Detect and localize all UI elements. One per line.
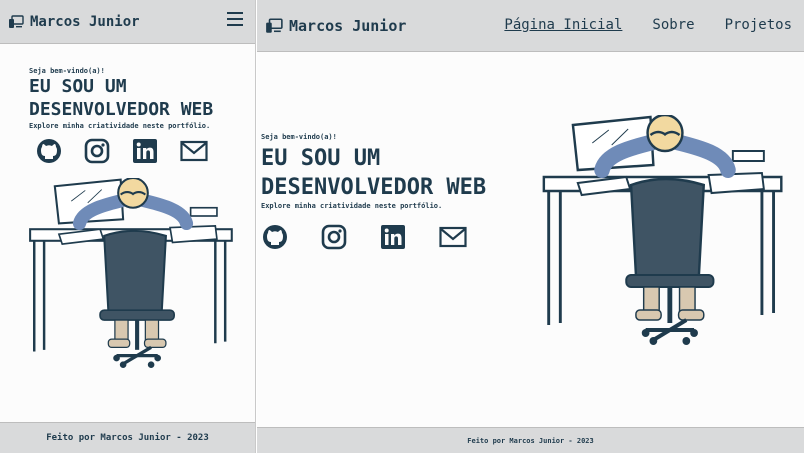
instagram-icon[interactable]	[84, 138, 110, 164]
hero-section: Seja bem-vindo(a)! EU SOU UM DESENVOLVED…	[261, 133, 541, 250]
social-links	[36, 138, 249, 164]
brand-name: Marcos Junior	[30, 13, 140, 30]
instagram-icon[interactable]	[321, 224, 347, 250]
brand[interactable]: Marcos Junior	[265, 17, 406, 35]
desktop-view: Marcos Junior Página Inicial Sobre Proje…	[257, 0, 804, 453]
mobile-footer: Feito por Marcos Junior - 2023	[0, 422, 255, 453]
footer-text: Feito por Marcos Junior - 2023	[467, 436, 594, 445]
social-links	[262, 224, 541, 250]
linkedin-icon[interactable]	[132, 138, 158, 164]
hero-headline-line2: DESENVOLVEDOR WEB	[29, 99, 214, 121]
hero-headline-line1: EU SOU UM	[29, 76, 127, 97]
desktop-footer: Feito por Marcos Junior - 2023	[257, 427, 804, 453]
mobile-view: Marcos Junior Seja bem-vindo(a)! EU SOU …	[0, 0, 256, 453]
hero-subtitle: Explore minha criatividade neste portfól…	[29, 121, 211, 130]
hero-greeting: Seja bem-vindo(a)!	[261, 133, 337, 141]
developer-illustration	[542, 115, 783, 345]
nav-link-about[interactable]: Sobre	[652, 17, 694, 33]
hero-headline-line1: EU SOU UM	[261, 146, 381, 171]
hero-headline-line2: DESENVOLVEDOR WEB	[261, 174, 487, 200]
devices-icon	[9, 14, 24, 28]
linkedin-icon[interactable]	[380, 224, 406, 250]
footer-text: Feito por Marcos Junior - 2023	[46, 433, 209, 443]
hero-headline: EU SOU UM DESENVOLVEDOR WEB	[261, 145, 541, 202]
email-icon[interactable]	[439, 226, 467, 248]
brand[interactable]: Marcos Junior	[8, 14, 140, 30]
github-icon[interactable]	[36, 138, 62, 164]
email-icon[interactable]	[180, 140, 208, 162]
hero-section: Seja bem-vindo(a)! EU SOU UM DESENVOLVED…	[29, 67, 249, 164]
hero-subtitle: Explore minha criatividade neste portfól…	[261, 202, 443, 211]
hero-greeting: Seja bem-vindo(a)!	[29, 67, 105, 75]
hero-headline: EU SOU UM DESENVOLVEDOR WEB	[29, 75, 249, 122]
brand-name: Marcos Junior	[289, 16, 407, 35]
mobile-header: Marcos Junior	[0, 0, 255, 44]
github-icon[interactable]	[262, 224, 288, 250]
nav-link-projects[interactable]: Projetos	[725, 17, 792, 33]
hamburger-menu-icon[interactable]	[227, 12, 243, 26]
nav-link-home[interactable]: Página Inicial	[504, 17, 622, 33]
devices-icon	[266, 17, 283, 33]
developer-illustration	[29, 178, 233, 368]
main-nav: Página Inicial Sobre Projetos	[504, 17, 792, 33]
desktop-header: Marcos Junior Página Inicial Sobre Proje…	[257, 0, 804, 52]
